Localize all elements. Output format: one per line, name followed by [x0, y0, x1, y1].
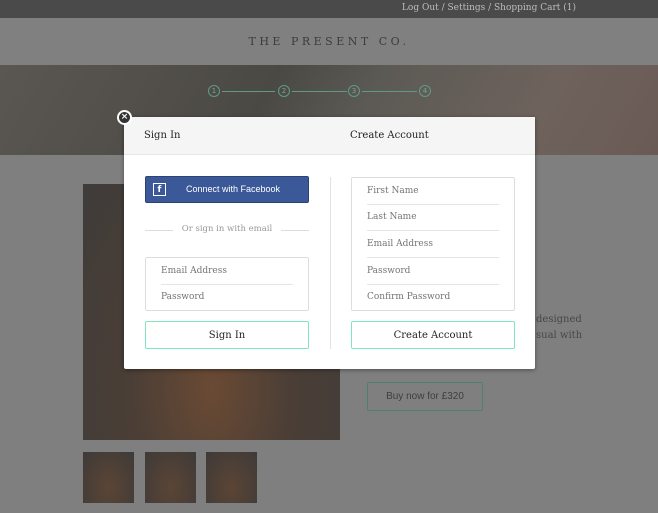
top-bar: Log Out / Settings / Shopping Cart (1) — [0, 0, 658, 18]
step-connector — [292, 91, 347, 92]
product-description: sual with — [536, 330, 583, 341]
field-separator — [161, 284, 293, 285]
step-2: 2 — [278, 85, 290, 97]
product-thumbnail[interactable] — [206, 452, 257, 503]
step-connector — [362, 91, 417, 92]
signin-fields — [145, 257, 309, 311]
email-divider: Or sign in with email — [145, 224, 309, 236]
create-account-button[interactable]: Create Account — [351, 321, 515, 349]
facebook-connect-button[interactable]: f Connect with Facebook — [145, 176, 309, 203]
confirm-password-input[interactable] — [367, 290, 497, 304]
field-separator — [367, 204, 499, 205]
signin-email-input[interactable] — [161, 264, 291, 278]
create-account-title: Create Account — [350, 130, 429, 141]
logo[interactable]: THE PRESENT CO. — [0, 35, 658, 48]
create-email-input[interactable] — [367, 237, 497, 251]
field-separator — [367, 230, 499, 231]
last-name-input[interactable] — [367, 210, 497, 224]
site-header: THE PRESENT CO. — [0, 18, 658, 65]
divider-line — [281, 230, 309, 231]
divider-text: Or sign in with email — [181, 224, 273, 234]
auth-modal: Sign In Create Account f Connect with Fa… — [124, 117, 535, 369]
facebook-icon: f — [153, 183, 166, 196]
field-separator — [367, 284, 499, 285]
facebook-label: Connect with Facebook — [186, 184, 281, 194]
product-description: designed — [536, 314, 582, 325]
product-thumbnail[interactable] — [145, 452, 196, 503]
create-password-input[interactable] — [367, 264, 497, 278]
step-1: 1 — [208, 85, 220, 97]
step-connector — [222, 91, 275, 92]
column-divider — [330, 177, 331, 349]
buy-button[interactable]: Buy now for £320 — [367, 382, 483, 411]
signin-button[interactable]: Sign In — [145, 321, 309, 349]
step-3: 3 — [348, 85, 360, 97]
modal-header: Sign In Create Account — [124, 117, 535, 155]
signin-password-input[interactable] — [161, 290, 291, 304]
signin-title: Sign In — [144, 130, 181, 141]
product-thumbnail[interactable] — [83, 452, 134, 503]
account-links[interactable]: Log Out / Settings / Shopping Cart (1) — [402, 3, 576, 13]
close-icon[interactable]: × — [117, 110, 132, 125]
step-4: 4 — [419, 85, 431, 97]
create-account-fields — [351, 177, 515, 311]
first-name-input[interactable] — [367, 184, 497, 198]
field-separator — [367, 257, 499, 258]
